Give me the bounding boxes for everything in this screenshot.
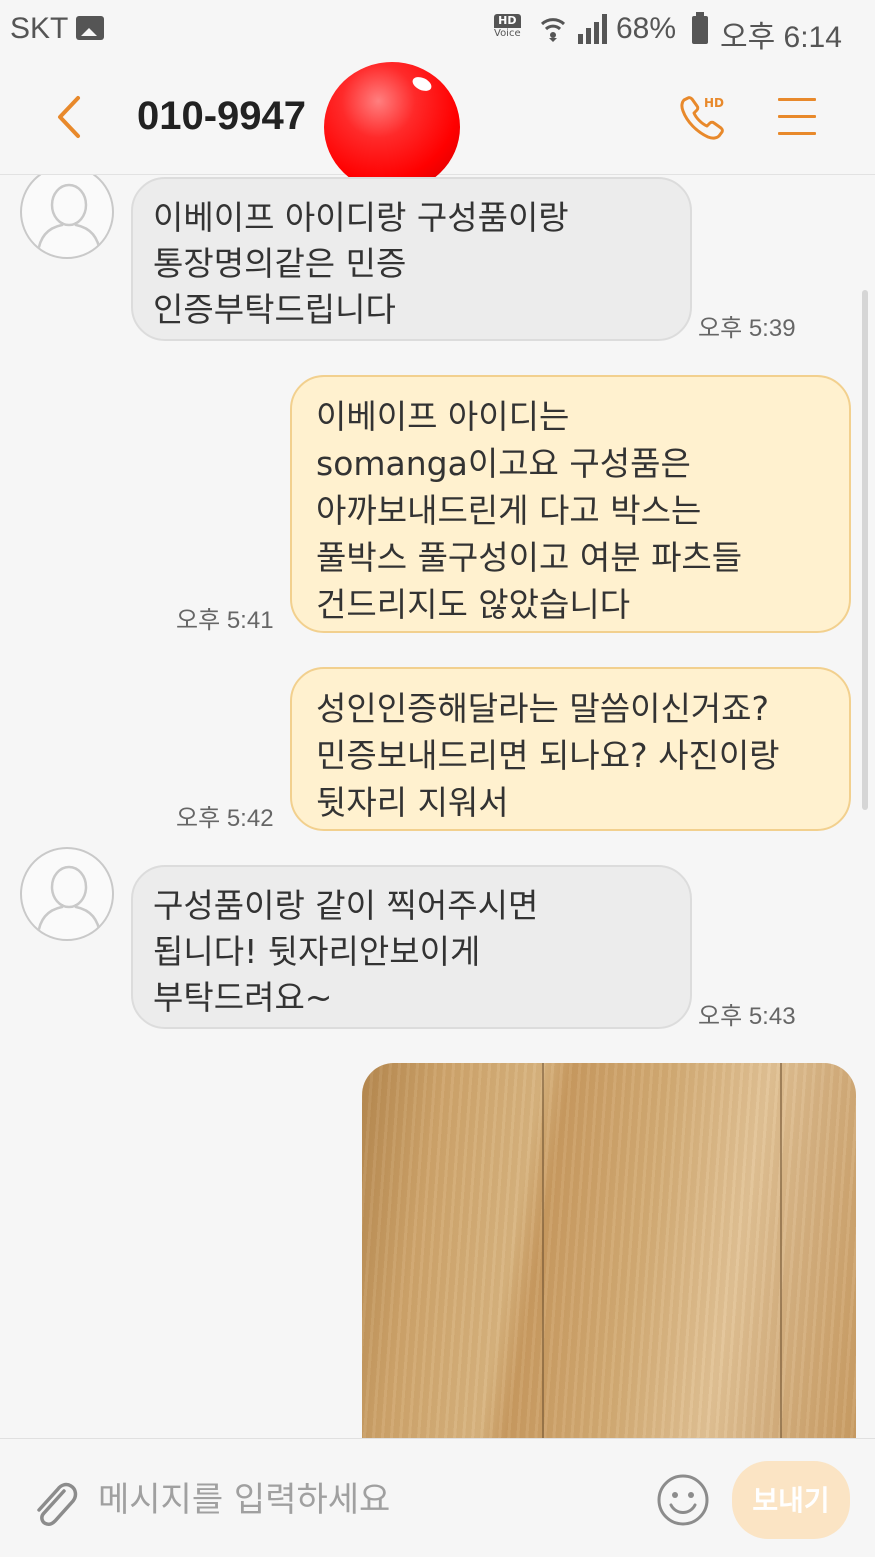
menu-line bbox=[778, 115, 816, 118]
message-text: 풀박스 풀구성이고 여분 파츠들 bbox=[316, 538, 743, 577]
message-text: 이베이프 아이디랑 구성품이랑 bbox=[153, 198, 569, 237]
emoji-icon[interactable] bbox=[656, 1473, 710, 1527]
wifi-icon bbox=[540, 18, 566, 42]
message-text: somanga이고요 구성품은 bbox=[316, 444, 691, 483]
voice-label: Voice bbox=[494, 28, 521, 40]
message-text: 민증보내드리면 되나요? 사진이랑 bbox=[316, 736, 780, 775]
message-text: 부탁드려요~ bbox=[153, 978, 333, 1017]
incoming-message-bubble[interactable]: 이베이프 아이디랑 구성품이랑 통장명의같은 민증 인증부탁드립니다 bbox=[131, 177, 692, 341]
conversation-header: 010-9947 HD bbox=[0, 62, 875, 192]
message-text: 성인인증해달라는 말씀이신거죠? bbox=[316, 689, 770, 728]
compose-bar: 보내기 bbox=[0, 1438, 875, 1557]
message-timestamp: 오후 5:41 bbox=[176, 607, 274, 634]
avatar[interactable] bbox=[20, 175, 114, 259]
outgoing-message-bubble[interactable]: 성인인증해달라는 말씀이신거죠? 민증보내드리면 되나요? 사진이랑 뒷자리 지… bbox=[290, 667, 851, 831]
message-text: 됩니다! 뒷자리안보이게 bbox=[153, 932, 481, 971]
message-text: 이베이프 아이디는 bbox=[316, 397, 570, 436]
message-input[interactable] bbox=[96, 1473, 640, 1527]
status-bar: SKT HD Voice 68% 오후 6:14 bbox=[0, 0, 875, 62]
outgoing-image-message[interactable] bbox=[362, 1063, 856, 1438]
image-icon bbox=[76, 16, 104, 40]
menu-line bbox=[778, 132, 816, 135]
message-timestamp: 오후 5:39 bbox=[698, 315, 796, 342]
message-text: 구성품이랑 같이 찍어주시면 bbox=[153, 886, 539, 925]
page-title: 010-9947 bbox=[137, 94, 307, 138]
redaction-mark bbox=[324, 62, 460, 192]
battery-icon bbox=[692, 12, 708, 44]
send-button[interactable]: 보내기 bbox=[732, 1461, 850, 1539]
menu-icon[interactable] bbox=[778, 98, 816, 138]
message-timestamp: 오후 5:43 bbox=[698, 1003, 796, 1030]
message-text: 통장명의같은 민증 bbox=[153, 244, 407, 283]
message-text: 뒷자리 지워서 bbox=[316, 783, 509, 822]
menu-line bbox=[778, 98, 816, 101]
outgoing-message-bubble[interactable]: 이베이프 아이디는 somanga이고요 구성품은 아까보내드린게 다고 박스는… bbox=[290, 375, 851, 633]
hd-label: HD bbox=[498, 14, 517, 27]
scrollbar[interactable] bbox=[862, 290, 868, 810]
attach-icon[interactable] bbox=[30, 1477, 80, 1531]
hd-voice-icon: HD Voice bbox=[494, 14, 521, 40]
battery-percent: 68% bbox=[616, 12, 677, 45]
floor-seam bbox=[780, 1063, 782, 1438]
incoming-message-bubble[interactable]: 구성품이랑 같이 찍어주시면 됩니다! 뒷자리안보이게 부탁드려요~ bbox=[131, 865, 692, 1029]
carrier-label: SKT bbox=[10, 12, 69, 45]
floor-seam bbox=[542, 1063, 544, 1438]
message-text: 인증부탁드립니다 bbox=[153, 290, 396, 329]
back-icon[interactable] bbox=[50, 92, 90, 142]
message-timestamp: 오후 5:42 bbox=[176, 805, 274, 832]
call-hd-label: HD bbox=[704, 96, 725, 110]
person-icon bbox=[36, 865, 102, 936]
person-icon bbox=[36, 183, 102, 254]
signal-icon bbox=[578, 14, 607, 44]
message-text: 아까보내드린게 다고 박스는 bbox=[316, 491, 702, 530]
clock: 오후 6:14 bbox=[720, 21, 842, 54]
avatar[interactable] bbox=[20, 847, 114, 941]
message-text: 건드리지도 않았습니다 bbox=[316, 585, 631, 624]
message-list[interactable]: 이베이프 아이디랑 구성품이랑 통장명의같은 민증 인증부탁드립니다 오후 5:… bbox=[0, 175, 875, 1438]
